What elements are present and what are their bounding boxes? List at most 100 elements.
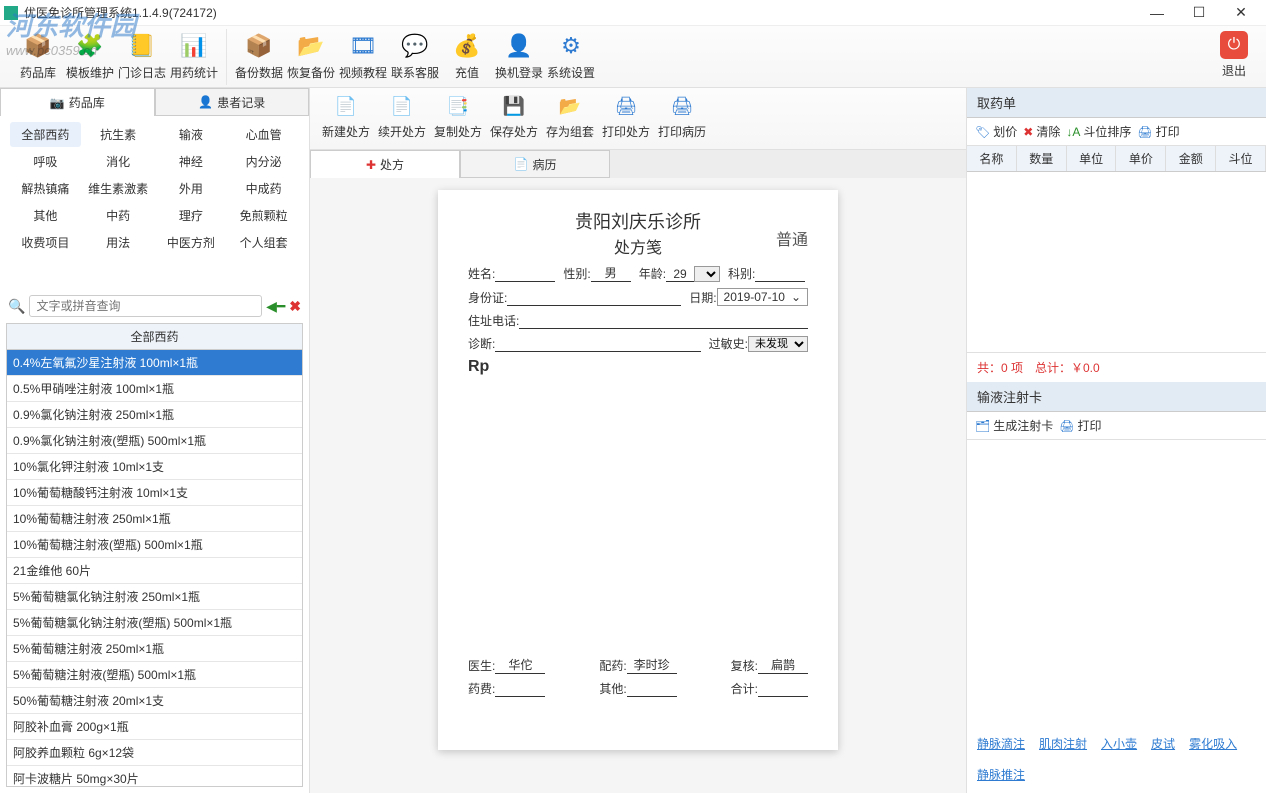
toolbar-换机登录[interactable]: 👤换机登录 <box>493 31 545 85</box>
addr-field[interactable] <box>519 328 808 329</box>
sec-新建处方[interactable]: 📄新建处方 <box>318 94 374 144</box>
toolbar-恢复备份[interactable]: 📂恢复备份 <box>285 31 337 85</box>
age-field[interactable]: 29 <box>666 267 694 282</box>
sec-打印病历[interactable]: 🖨打印病历 <box>654 94 710 144</box>
link-静脉滴注[interactable]: 静脉滴注 <box>977 735 1025 752</box>
id-field[interactable] <box>507 305 681 306</box>
category-中医方剂[interactable]: 中医方剂 <box>156 230 227 255</box>
maximize-button[interactable]: ☐ <box>1178 0 1220 26</box>
toolbar-联系客服[interactable]: 💬联系客服 <box>389 31 441 85</box>
drug-row[interactable]: 5%葡萄糖注射液(塑瓶) 500ml×1瓶 <box>7 662 302 688</box>
print-injection-button[interactable]: 🖨打印 <box>1059 417 1101 434</box>
category-维生素激素[interactable]: 维生素激素 <box>83 176 154 201</box>
tab-prescription[interactable]: ✚处方 <box>310 150 460 178</box>
search-input[interactable] <box>29 295 262 317</box>
category-神经[interactable]: 神经 <box>156 149 227 174</box>
toolbar-系统设置[interactable]: ⚙系统设置 <box>545 31 597 85</box>
arrow-left-icon[interactable]: ◀━ <box>266 298 285 315</box>
person-icon: 👤 <box>198 95 213 109</box>
toolbar-备份数据[interactable]: 📦备份数据 <box>233 31 285 85</box>
minimize-button[interactable]: — <box>1136 0 1178 26</box>
toolbar-视频教程[interactable]: 🎞视频教程 <box>337 31 389 85</box>
category-个人组套[interactable]: 个人组套 <box>228 230 299 255</box>
drug-row[interactable]: 0.9%氯化钠注射液 250ml×1瓶 <box>7 402 302 428</box>
category-输液[interactable]: 输液 <box>156 122 227 147</box>
dept-field[interactable] <box>755 281 805 282</box>
sec-存为组套[interactable]: 📂存为组套 <box>542 94 598 144</box>
tag-icon: 🏷 <box>975 125 990 139</box>
sec-复制处方[interactable]: 📑复制处方 <box>430 94 486 144</box>
price-button[interactable]: 🏷划价 <box>975 123 1017 140</box>
drug-row[interactable]: 5%葡萄糖氯化钠注射液 250ml×1瓶 <box>7 584 302 610</box>
category-中药[interactable]: 中药 <box>83 203 154 228</box>
drug-row[interactable]: 10%葡萄糖注射液 250ml×1瓶 <box>7 506 302 532</box>
drug-row[interactable]: 10%氯化钾注射液 10ml×1支 <box>7 454 302 480</box>
tab-patient-records[interactable]: 👤患者记录 <box>155 88 310 116</box>
drug-row[interactable]: 0.4%左氧氟沙星注射液 100ml×1瓶 <box>7 350 302 376</box>
category-免煎颗粒[interactable]: 免煎颗粒 <box>228 203 299 228</box>
sec-保存处方[interactable]: 💾保存处方 <box>486 94 542 144</box>
link-皮试[interactable]: 皮试 <box>1151 735 1175 752</box>
category-grid: 全部西药抗生素输液心血管呼吸消化神经内分泌解热镇痛维生素激素外用中成药其他中药理… <box>0 116 309 261</box>
toolbar-icon: 👤 <box>504 31 534 61</box>
category-外用[interactable]: 外用 <box>156 176 227 201</box>
category-内分泌[interactable]: 内分泌 <box>228 149 299 174</box>
category-抗生素[interactable]: 抗生素 <box>83 122 154 147</box>
gen-card-button[interactable]: 🗂生成注射卡 <box>975 417 1053 434</box>
drug-row[interactable]: 阿卡波糖片 50mg×30片 <box>7 766 302 787</box>
category-全部西药[interactable]: 全部西药 <box>10 122 81 147</box>
toolbar-充值[interactable]: 💰充值 <box>441 31 493 85</box>
toolbar-药品库[interactable]: 📦药品库 <box>12 31 64 85</box>
drug-row[interactable]: 10%葡萄糖注射液(塑瓶) 500ml×1瓶 <box>7 532 302 558</box>
sec-icon: 🖨 <box>613 94 639 120</box>
drug-list[interactable]: 0.4%左氧氟沙星注射液 100ml×1瓶0.5%甲硝唑注射液 100ml×1瓶… <box>6 350 303 787</box>
link-肌肉注射[interactable]: 肌肉注射 <box>1039 735 1087 752</box>
drug-row[interactable]: 0.9%氯化钠注射液(塑瓶) 500ml×1瓶 <box>7 428 302 454</box>
category-其他[interactable]: 其他 <box>10 203 81 228</box>
drug-row[interactable]: 5%葡萄糖注射液 250ml×1瓶 <box>7 636 302 662</box>
close-button[interactable]: ✕ <box>1220 0 1262 26</box>
total-row: 共：0 项 总计：￥0.0 <box>967 352 1266 382</box>
drug-row[interactable]: 阿胶补血膏 200g×1瓶 <box>7 714 302 740</box>
category-解热镇痛[interactable]: 解热镇痛 <box>10 176 81 201</box>
tab-drug-library[interactable]: 📷药品库 <box>0 88 155 116</box>
category-收费项目[interactable]: 收费项目 <box>10 230 81 255</box>
sort-button[interactable]: ↓A斗位排序 <box>1066 123 1131 140</box>
clear-search-button[interactable]: ✖ <box>289 298 301 315</box>
sec-续开处方[interactable]: 📄续开处方 <box>374 94 430 144</box>
link-静脉推注[interactable]: 静脉推注 <box>977 766 1025 783</box>
clear-button[interactable]: ✖清除 <box>1023 123 1060 140</box>
toolbar-icon: 📦 <box>244 31 274 61</box>
toolbar-模板维护[interactable]: 🧩模板维护 <box>64 31 116 85</box>
link-雾化吸入[interactable]: 雾化吸入 <box>1189 735 1237 752</box>
drug-row[interactable]: 阿胶养血颗粒 6g×12袋 <box>7 740 302 766</box>
drug-row[interactable]: 0.5%甲硝唑注射液 100ml×1瓶 <box>7 376 302 402</box>
drug-row[interactable]: 10%葡萄糖酸钙注射液 10ml×1支 <box>7 480 302 506</box>
category-用法[interactable]: 用法 <box>83 230 154 255</box>
toolbar-用药统计[interactable]: 📊用药统计 <box>168 31 220 85</box>
category-呼吸[interactable]: 呼吸 <box>10 149 81 174</box>
drug-row[interactable]: 21金维他 60片 <box>7 558 302 584</box>
category-心血管[interactable]: 心血管 <box>228 122 299 147</box>
category-理疗[interactable]: 理疗 <box>156 203 227 228</box>
exit-button[interactable]: ⏻ 退出 <box>1208 31 1260 83</box>
col-单位: 单位 <box>1067 146 1117 171</box>
drug-row[interactable]: 5%葡萄糖氯化钠注射液(塑瓶) 500ml×1瓶 <box>7 610 302 636</box>
name-field[interactable] <box>495 281 555 282</box>
link-入小壶[interactable]: 入小壶 <box>1101 735 1137 752</box>
diag-field[interactable] <box>495 351 700 352</box>
toolbar-icon: 💬 <box>400 31 430 61</box>
age-unit-select[interactable] <box>694 266 720 282</box>
category-消化[interactable]: 消化 <box>83 149 154 174</box>
print-dispense-button[interactable]: 🖨打印 <box>1137 123 1179 140</box>
date-picker[interactable]: 2019-07-10⌄ <box>717 288 808 306</box>
toolbar-门诊日志[interactable]: 📒门诊日志 <box>116 31 168 85</box>
camera-icon: 📷 <box>50 96 65 110</box>
allergy-select[interactable]: 未发现 <box>748 336 808 352</box>
sec-打印处方[interactable]: 🖨打印处方 <box>598 94 654 144</box>
drug-row[interactable]: 50%葡萄糖注射液 20ml×1支 <box>7 688 302 714</box>
sex-field[interactable]: 男 <box>591 264 631 282</box>
category-中成药[interactable]: 中成药 <box>228 176 299 201</box>
col-斗位: 斗位 <box>1216 146 1266 171</box>
tab-medical-record[interactable]: 📄病历 <box>460 150 610 178</box>
